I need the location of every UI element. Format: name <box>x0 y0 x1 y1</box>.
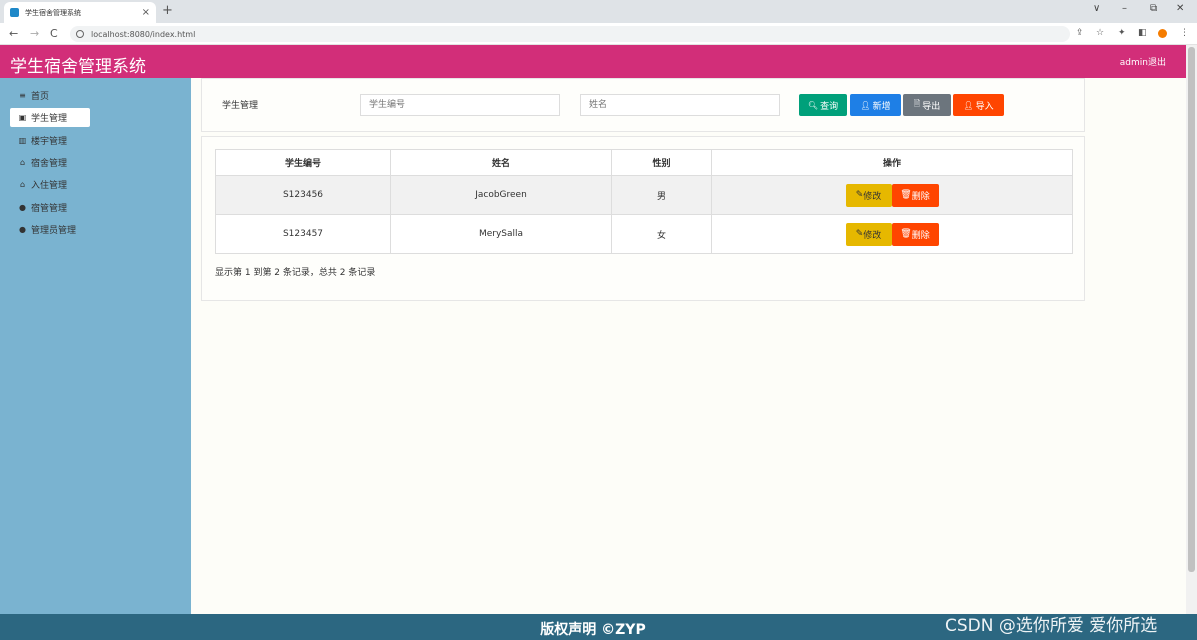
table-header-row: 学生编号 姓名 性别 操作 <box>215 149 1073 176</box>
user-import-icon: 👤︎ <box>963 100 974 110</box>
csdn-watermark: CSDN @选你所爱 爱你所选 <box>945 616 1158 636</box>
menu-icon: ≡ <box>19 91 26 100</box>
tab-title: 学生宿舍管理系统 <box>25 8 81 17</box>
export-button-label: 导出 <box>922 101 941 112</box>
trash-icon: 🗑︎ <box>900 190 912 200</box>
add-user-icon: 👤︎ <box>860 100 871 110</box>
sidebar-item-label: 入住管理 <box>31 181 68 191</box>
maximize-icon[interactable]: ⧉ <box>1150 3 1157 14</box>
sidebar-item-label: 管理员管理 <box>31 226 77 236</box>
pagination-info: 显示第 1 到第 2 条记录，总共 2 条记录 <box>215 268 376 278</box>
add-button[interactable]: 👤︎ 新增 <box>850 94 901 116</box>
new-tab-icon[interactable]: + <box>162 3 173 18</box>
edit-button[interactable]: ✎ 修改 <box>845 183 892 207</box>
cell-name: MerySalla <box>390 214 612 254</box>
sidebar-item-students[interactable]: ▣ 学生管理 <box>10 108 90 127</box>
profile-avatar-icon[interactable] <box>1158 29 1167 38</box>
import-button-label: 导入 <box>975 101 994 112</box>
url-field[interactable]: localhost:8080/index.html <box>70 26 1070 42</box>
cell-student-id: S123456 <box>215 175 391 215</box>
name-input[interactable] <box>580 94 780 116</box>
student-table: 学生编号 姓名 性别 操作 S123456 JacobGreen 男 ✎ 修改 🗑︎… <box>215 149 1073 254</box>
sidebar-item-admins[interactable]: ● 管理员管理 <box>10 220 100 239</box>
sidebar-item-home[interactable]: ≡ 首页 <box>10 86 90 105</box>
book-icon: ▣ <box>18 113 27 122</box>
favicon-icon <box>10 8 19 17</box>
pencil-icon: ✎ <box>855 229 864 239</box>
reload-icon[interactable]: C <box>50 27 58 40</box>
sidebar-item-label: 首页 <box>31 92 50 102</box>
edit-button[interactable]: ✎ 修改 <box>845 222 892 246</box>
col-header-name[interactable]: 姓名 <box>390 149 612 176</box>
forward-icon[interactable]: → <box>30 27 39 40</box>
bookmark-star-icon[interactable]: ☆ <box>1096 28 1104 38</box>
url-text: localhost:8080/index.html <box>91 29 196 39</box>
search-icon: 🔍︎ <box>807 100 819 110</box>
browser-tab[interactable]: 学生宿舍管理系统 × <box>4 2 156 23</box>
tab-search-icon[interactable]: ∨ <box>1093 3 1100 14</box>
app-title: 学生宿舍管理系统 <box>10 57 146 77</box>
delete-button[interactable]: 🗑︎ 删除 <box>891 222 939 246</box>
cell-actions: ✎ 修改 🗑︎ 删除 <box>711 214 1073 254</box>
section-label: 学生管理 <box>222 101 259 111</box>
minimize-icon[interactable]: – <box>1122 3 1127 14</box>
search-panel: 学生管理 🔍︎ 查询 👤︎ 新增 🗎 导出 👤︎ 导入 <box>201 78 1085 132</box>
app-header: 学生宿舍管理系统 admin退出 <box>0 45 1186 78</box>
share-icon[interactable]: ⇪ <box>1076 28 1084 38</box>
bank-icon: ▥ <box>18 136 27 145</box>
trash-icon: 🗑︎ <box>900 229 912 239</box>
delete-button[interactable]: 🗑︎ 删除 <box>891 183 939 207</box>
sidebar-item-label: 楼宇管理 <box>31 137 68 147</box>
query-button[interactable]: 🔍︎ 查询 <box>799 94 847 116</box>
user-icon: ● <box>19 203 26 212</box>
cell-student-id: S123457 <box>215 214 391 254</box>
export-button[interactable]: 🗎 导出 <box>903 94 951 116</box>
home-icon: ⌂ <box>19 180 26 189</box>
page-scrollbar[interactable] <box>1186 45 1197 614</box>
table-row: S123456 JacobGreen 男 ✎ 修改 🗑︎ 删除 <box>215 175 1073 215</box>
scrollbar-thumb[interactable] <box>1188 47 1195 572</box>
sidebar-item-dorms[interactable]: ⌂ 宿舍管理 <box>10 153 90 172</box>
student-id-input[interactable] <box>360 94 560 116</box>
sidebar: ≡ 首页 ▣ 学生管理 ▥ 楼宇管理 ⌂ 宿舍管理 ⌂ 入住管理 ● 宿管管理 … <box>0 78 191 614</box>
sidebar-item-dorm-managers[interactable]: ● 宿管管理 <box>10 198 90 217</box>
cell-gender: 女 <box>611 214 712 254</box>
menu-kebab-icon[interactable]: ⋮ <box>1180 28 1189 38</box>
logout-link[interactable]: admin退出 <box>1120 55 1166 68</box>
table-panel: 学生编号 姓名 性别 操作 S123456 JacobGreen 男 ✎ 修改 🗑︎… <box>201 136 1085 301</box>
cell-gender: 男 <box>611 175 712 215</box>
import-button[interactable]: 👤︎ 导入 <box>953 94 1004 116</box>
table-row: S123457 MerySalla 女 ✎ 修改 🗑︎ 删除 <box>215 214 1073 254</box>
close-window-icon[interactable]: ✕ <box>1176 3 1184 14</box>
back-icon[interactable]: ← <box>9 27 18 40</box>
user-icon: ● <box>19 225 26 234</box>
delete-button-label: 删除 <box>911 191 930 202</box>
cell-actions: ✎ 修改 🗑︎ 删除 <box>711 175 1073 215</box>
sidebar-item-checkin[interactable]: ⌂ 入住管理 <box>10 175 90 194</box>
sidebar-item-label: 宿舍管理 <box>31 159 68 169</box>
delete-button-label: 删除 <box>911 230 930 241</box>
query-button-label: 查询 <box>820 101 839 112</box>
sidebar-item-label: 宿管管理 <box>31 204 68 214</box>
site-info-icon[interactable] <box>76 30 84 38</box>
file-export-icon: 🗎 <box>913 99 921 108</box>
home-icon: ⌂ <box>19 158 26 167</box>
extensions-icon[interactable]: ✦ <box>1118 28 1126 38</box>
address-bar: ← → C localhost:8080/index.html ⇪ ☆ ✦ ◧ … <box>0 23 1197 45</box>
cell-name: JacobGreen <box>390 175 612 215</box>
sidebar-item-buildings[interactable]: ▥ 楼宇管理 <box>10 131 90 150</box>
side-panel-icon[interactable]: ◧ <box>1138 28 1147 38</box>
browser-tab-bar: 学生宿舍管理系统 × + ∨ – ⧉ ✕ <box>0 0 1197 23</box>
edit-button-label: 修改 <box>863 230 882 241</box>
add-button-label: 新增 <box>872 101 891 112</box>
col-header-student-id[interactable]: 学生编号 <box>215 149 391 176</box>
col-header-gender[interactable]: 性别 <box>611 149 712 176</box>
sidebar-item-label: 学生管理 <box>31 114 68 124</box>
edit-button-label: 修改 <box>863 191 882 202</box>
col-header-actions: 操作 <box>711 149 1073 176</box>
tab-close-icon[interactable]: × <box>142 7 150 18</box>
pencil-icon: ✎ <box>855 190 864 200</box>
